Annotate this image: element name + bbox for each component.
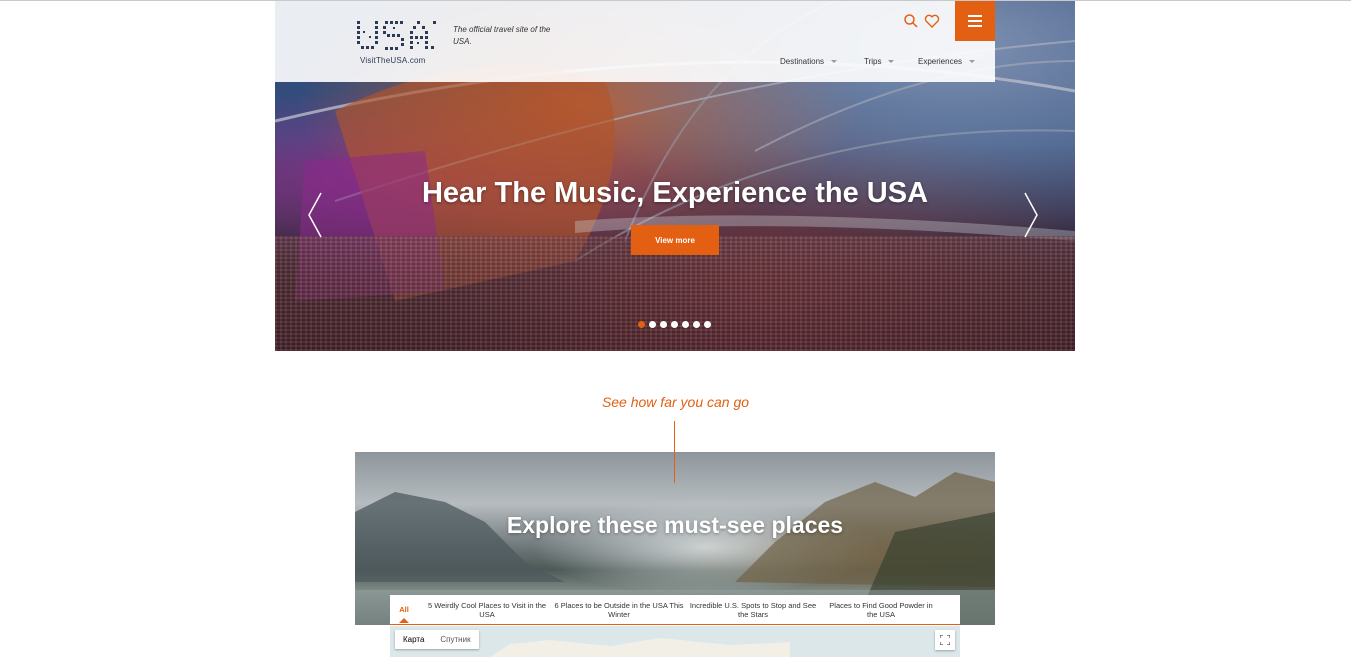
nav-item-experiences[interactable]: Experiences (918, 57, 976, 66)
hero-carousel: VisitTheUSA.com The official travel site… (275, 1, 1075, 351)
chevron-down-icon (831, 60, 838, 63)
view-more-button[interactable]: View more (631, 225, 719, 255)
carousel-dot[interactable] (693, 321, 700, 328)
carousel-dot[interactable] (660, 321, 667, 328)
map-land (490, 638, 790, 657)
usa-logo-icon[interactable] (355, 19, 439, 55)
heart-icon[interactable] (924, 13, 940, 29)
site-tagline: The official travel site of the USA. (453, 25, 551, 46)
site-header: VisitTheUSA.com The official travel site… (275, 1, 995, 82)
section-tagline: See how far you can go (601, 394, 750, 410)
chevron-down-icon (969, 60, 976, 63)
tab-good-powder[interactable]: Places to Find Good Powder in the USA (826, 601, 936, 619)
carousel-dot[interactable] (649, 321, 656, 328)
chevron-down-icon (888, 60, 895, 63)
map-type-switcher: Карта Спутник (395, 630, 479, 649)
hero-title: Hear The Music, Experience the USA (421, 177, 929, 209)
menu-icon-bar (968, 15, 982, 17)
menu-icon-bar (968, 20, 982, 22)
fullscreen-button[interactable] (935, 630, 955, 650)
carousel-dots (638, 321, 711, 328)
connector-line (674, 421, 675, 483)
nav-label: Trips (864, 57, 882, 66)
carousel-dot[interactable] (682, 321, 689, 328)
nav-label: Destinations (780, 57, 825, 66)
menu-button[interactable] (955, 1, 995, 41)
carousel-dot[interactable] (704, 321, 711, 328)
chevron-left-icon[interactable] (305, 191, 325, 239)
logo-caption: VisitTheUSA.com (360, 56, 426, 65)
menu-icon-bar (968, 25, 982, 27)
fullscreen-icon (940, 635, 950, 645)
tab-outside-this-winter[interactable]: 6 Places to be Outside in the USA This W… (554, 601, 684, 619)
tab-all[interactable]: All (390, 605, 418, 623)
map-type-map[interactable]: Карта (395, 630, 432, 649)
explore-title: Explore these must-see places (506, 512, 844, 538)
carousel-dot[interactable] (671, 321, 678, 328)
nav-label: Experiences (918, 57, 963, 66)
tab-weirdly-cool-places[interactable]: 5 Weirdly Cool Places to Visit in the US… (422, 601, 552, 619)
carousel-dot[interactable] (638, 321, 645, 328)
chevron-right-icon[interactable] (1021, 191, 1041, 239)
tab-see-the-stars[interactable]: Incredible U.S. Spots to Stop and See th… (688, 601, 818, 619)
nav-item-trips[interactable]: Trips (864, 57, 895, 66)
search-icon[interactable] (903, 13, 919, 29)
map-type-satellite[interactable]: Спутник (432, 630, 478, 649)
map-widget[interactable]: Карта Спутник (390, 626, 960, 657)
nav-item-destinations[interactable]: Destinations (780, 57, 838, 66)
places-tabs: All 5 Weirdly Cool Places to Visit in th… (390, 595, 960, 625)
